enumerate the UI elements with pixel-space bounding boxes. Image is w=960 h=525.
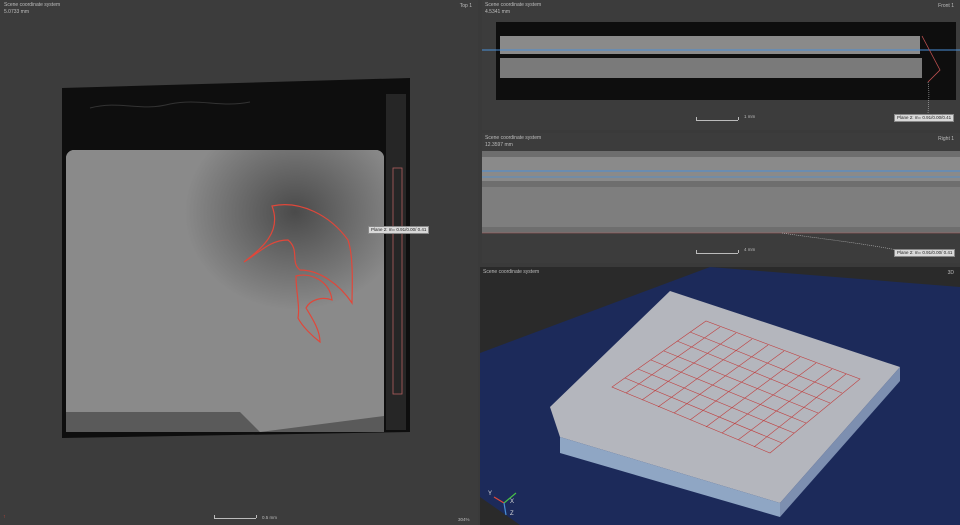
scale-bar bbox=[696, 249, 739, 254]
plane-tag[interactable]: Plane 2: m= 0.91/0.00/ 0.41 bbox=[368, 226, 430, 234]
zoom-level: 304% bbox=[458, 517, 470, 522]
front-viewport[interactable]: Scene coordinate system 4.5341 mm Front … bbox=[482, 0, 960, 130]
axis-x-label: X bbox=[510, 499, 515, 505]
scale-bar bbox=[214, 514, 257, 519]
top-viewport[interactable]: Scene coordinate system 5.0733 mm Top 1 … bbox=[0, 0, 478, 525]
axis-z-label: Z bbox=[510, 511, 514, 517]
right-slice-image bbox=[482, 151, 960, 252]
scale-label: 4 mm bbox=[744, 247, 756, 252]
scale-bar bbox=[696, 116, 739, 121]
plane-tag[interactable]: Plane 2: m= 0.91/0.00/ 0.41 bbox=[894, 249, 956, 257]
scale-label: 1 mm bbox=[744, 114, 756, 119]
3d-render bbox=[480, 267, 960, 525]
axis-y-label: Y bbox=[488, 491, 493, 497]
3d-viewport[interactable]: Scene coordinate system 3D Y X Z bbox=[480, 267, 960, 525]
plane-tag[interactable]: Plane 2: m= 0.91/0.00/0.41 bbox=[894, 114, 955, 122]
top-slice-image bbox=[62, 78, 410, 438]
front-slice-image bbox=[482, 22, 960, 117]
scale-label: 0.5 mm bbox=[262, 515, 278, 520]
axis-indicator-icon: ↑ bbox=[3, 514, 6, 520]
axis-gizmo-icon[interactable]: Y X Z bbox=[488, 479, 518, 519]
right-viewport[interactable]: Scene coordinate system 12.3597 mm Right… bbox=[482, 133, 960, 263]
